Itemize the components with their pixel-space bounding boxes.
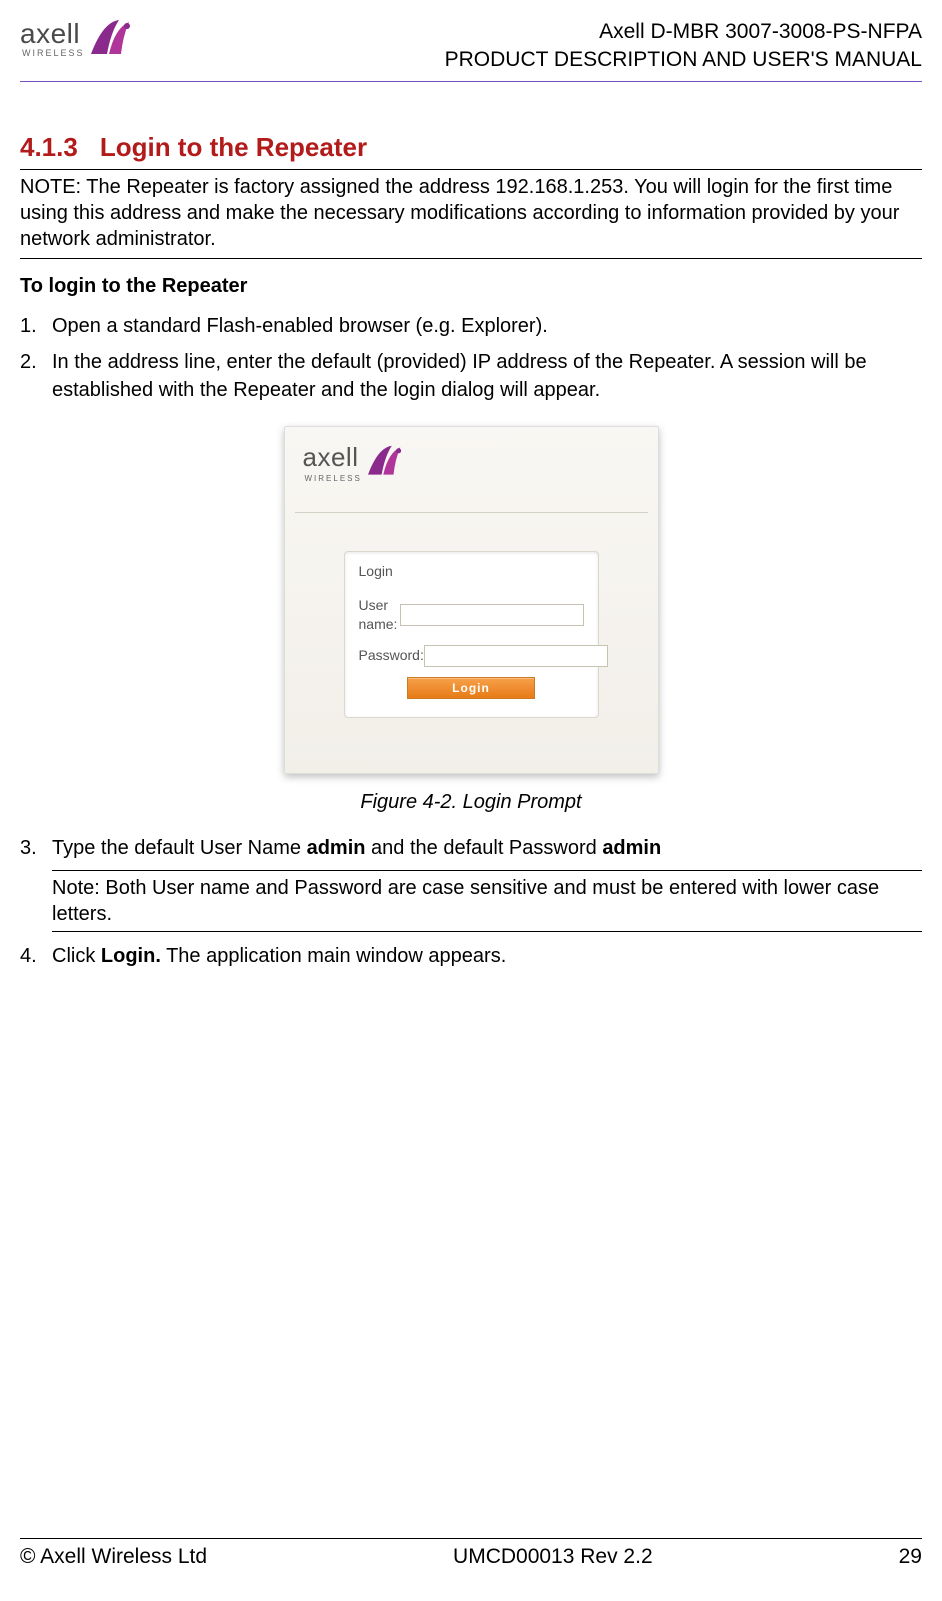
login-button[interactable]: Login — [407, 677, 535, 699]
section-title: Login to the Repeater — [100, 132, 367, 162]
footer-page-number: 29 — [899, 1545, 922, 1569]
subheading: To login to the Repeater — [20, 275, 922, 298]
step-body: Type the default User Name admin and the… — [52, 834, 922, 862]
login-logo-text: axell — [303, 439, 362, 475]
step-2: 2. In the address line, enter the defaul… — [20, 348, 922, 404]
step-body: Click Login. The application main window… — [52, 942, 922, 970]
note-top: NOTE: The Repeater is factory assigned t… — [20, 170, 922, 259]
logo-text: axell — [20, 18, 85, 50]
text: The application main window appears. — [161, 945, 506, 967]
text: Click — [52, 945, 101, 967]
step-3: 3. Type the default User Name admin and … — [20, 834, 922, 862]
section-heading: 4.1.3 Login to the Repeater — [20, 132, 922, 163]
step-num: 4. — [20, 942, 52, 970]
axell-swoosh-icon — [89, 18, 133, 58]
login-form: Login User name: Password: Login — [344, 551, 599, 718]
logo-subtext: WIRELESS — [22, 48, 85, 58]
username-row: User name: — [359, 596, 584, 635]
step-1: 1. Open a standard Flash-enabled browser… — [20, 312, 922, 340]
step-num: 1. — [20, 312, 52, 340]
login-separator — [295, 512, 648, 513]
step-num: 2. — [20, 348, 52, 404]
step-num: 3. — [20, 834, 52, 862]
bold-text: Login. — [101, 945, 161, 967]
doc-id: Axell D-MBR 3007-3008-PS-NFPA — [445, 18, 922, 46]
password-label: Password: — [359, 646, 424, 666]
username-input[interactable] — [400, 604, 584, 626]
text: Type the default User Name — [52, 837, 307, 859]
steps-list: 1. Open a standard Flash-enabled browser… — [20, 312, 922, 970]
section-number: 4.1.3 — [20, 132, 78, 162]
header-doc-title: Axell D-MBR 3007-3008-PS-NFPA PRODUCT DE… — [445, 18, 922, 75]
page-header: axell WIRELESS Axell D-MBR 3007-3008-PS-… — [20, 18, 922, 82]
header-logo: axell WIRELESS — [20, 18, 133, 58]
step-body: In the address line, enter the default (… — [52, 348, 922, 404]
bold-text: admin — [602, 837, 661, 859]
figure-caption: Figure 4-2. Login Prompt — [360, 788, 581, 816]
step-4: 4. Click Login. The application main win… — [20, 942, 922, 970]
doc-subtitle: PRODUCT DESCRIPTION AND USER'S MANUAL — [445, 46, 922, 74]
username-label: User name: — [359, 596, 400, 635]
inline-note: Note: Both User name and Password are ca… — [52, 870, 922, 932]
axell-swoosh-icon — [366, 444, 404, 478]
bold-text: admin — [307, 837, 366, 859]
password-input[interactable] — [424, 645, 608, 667]
footer-center: UMCD00013 Rev 2.2 — [453, 1545, 653, 1569]
figure-login-prompt: axell WIRELESS Login User name: — [20, 426, 922, 816]
login-box-title: Login — [359, 562, 584, 582]
step-body: Open a standard Flash-enabled browser (e… — [52, 312, 922, 340]
text: and the default Password — [365, 837, 602, 859]
footer-left: © Axell Wireless Ltd — [20, 1545, 207, 1569]
page-footer: © Axell Wireless Ltd UMCD00013 Rev 2.2 2… — [20, 1538, 922, 1569]
login-panel: axell WIRELESS Login User name: — [284, 426, 659, 774]
login-logo-subtext: WIRELESS — [305, 473, 362, 484]
login-panel-logo: axell WIRELESS — [303, 439, 640, 485]
password-row: Password: — [359, 645, 584, 667]
